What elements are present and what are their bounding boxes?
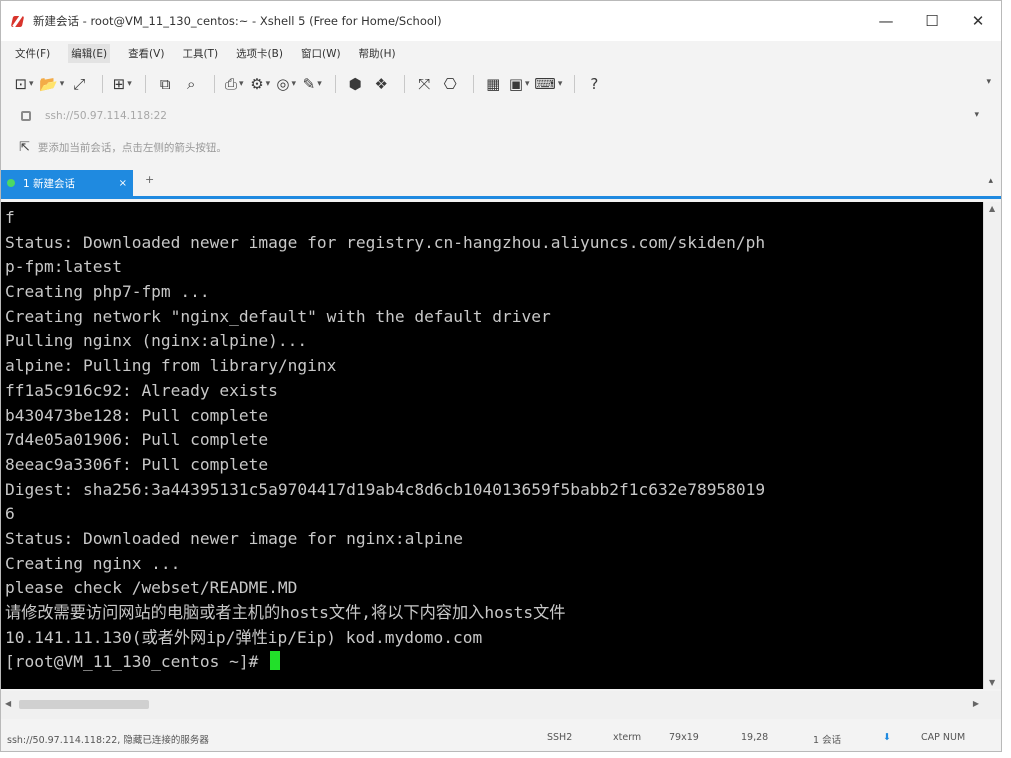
toolbar-divider — [473, 75, 475, 93]
add-session-arrow-icon[interactable]: ⇱ — [19, 140, 30, 155]
terminal-line: 7d4e05a01906: Pull complete — [5, 430, 269, 450]
terminal-cursor — [270, 651, 281, 671]
terminal-line: please check /webset/README.MD — [5, 578, 298, 598]
close-button[interactable]: ✕ — [955, 1, 1001, 41]
horizontal-scroll-thumb[interactable] — [19, 700, 149, 709]
menu-edit[interactable]: 编辑(E) — [68, 43, 111, 63]
lock-icon[interactable]: ⎔ — [439, 73, 461, 95]
status-caps-num: CAP NUM — [921, 732, 966, 743]
menu-file[interactable]: 文件(F) — [15, 46, 50, 61]
address-lock-icon — [21, 111, 31, 121]
terminal-line: 请修改需要访问网站的电脑或者主机的hosts文件,将以下内容加入hosts文件 — [5, 603, 566, 622]
find-icon[interactable]: ⌕ — [180, 73, 202, 95]
terminal-line: 8eeac9a3306f: Pull complete — [5, 454, 269, 474]
window-controls: — ☐ ✕ — [863, 1, 1001, 41]
toolbar-divider — [404, 75, 406, 93]
transfer-icon[interactable]: ⊞ ▾ — [111, 73, 133, 95]
address-bar[interactable]: ssh://50.97.114.118:22 ▾ — [1, 103, 1001, 129]
status-connection: ssh://50.97.114.118:22, 隐藏已连接的服务器 — [7, 735, 209, 746]
toolbar-overflow-icon[interactable]: ▾ — [986, 77, 991, 87]
status-terminal-size: 79x19 — [669, 732, 699, 743]
terminal-line: Status: Downloaded newer image for regis… — [5, 232, 766, 252]
terminal-line: Status: Downloaded newer image for nginx… — [5, 528, 464, 548]
menu-window[interactable]: 窗口(W) — [301, 46, 341, 61]
status-bar: ssh://50.97.114.118:22, 隐藏已连接的服务器 SSH2 x… — [1, 723, 1001, 751]
terminal-line: Creating network "nginx_default" with th… — [5, 306, 551, 326]
toolbar: ⊡ ▾ 📂 ▾ ⤢ ⊞ ▾ ⧉ ⌕ ⎙ ▾ ⚙ ▾ ◎ ▾ ✎ ▾ ⬢ ❖ ⤧ ⎔ ▦ ▣ ▾ … — [1, 67, 1001, 101]
window-title: 新建会话 - root@VM_11_130_centos:~ - Xshell … — [33, 14, 442, 28]
xftp-icon[interactable]: ⬢ — [344, 73, 366, 95]
scroll-down-icon[interactable]: ▼ — [989, 678, 995, 687]
status-protocol: SSH2 — [547, 732, 573, 743]
menu-view[interactable]: 查看(V) — [128, 46, 164, 61]
terminal-prompt-line: [root@VM_11_130_centos ~]# — [5, 650, 979, 675]
scroll-left-icon[interactable]: ◀ — [5, 699, 11, 708]
globe-icon[interactable]: ◎ ▾ — [275, 73, 297, 95]
title-bar[interactable]: 新建会话 - root@VM_11_130_centos:~ - Xshell … — [1, 1, 1001, 41]
scroll-up-icon[interactable]: ▲ — [989, 204, 995, 213]
tab-new-session[interactable]: 1 新建会话 × — [1, 170, 133, 196]
toolbar-divider — [574, 75, 576, 93]
shell-prompt: [root@VM_11_130_centos ~]# — [5, 652, 269, 672]
toolbar-divider — [102, 75, 104, 93]
maximize-button[interactable]: ☐ — [909, 1, 955, 41]
toolbar-divider — [335, 75, 337, 93]
fullscreen-icon[interactable]: ⤧ — [413, 73, 435, 95]
menu-tabs[interactable]: 选项卡(B) — [236, 46, 283, 61]
session-bar: ⇱ 要添加当前会话，点击左侧的箭头按钮。 — [1, 133, 1001, 161]
terminal-vertical-scrollbar[interactable]: ▲ ▼ — [983, 202, 1001, 689]
download-arrow-icon[interactable]: ⬇ — [883, 732, 891, 743]
status-session-count: 1 会话 — [813, 735, 842, 746]
script-icon[interactable]: ✎ ▾ — [301, 73, 323, 95]
tab-list-icon[interactable]: ▴ — [988, 176, 993, 186]
terminal-line: b430473be128: Pull complete — [5, 405, 269, 425]
xshell-app-icon — [10, 14, 25, 28]
terminal-line: f — [5, 208, 15, 227]
session-bar-hint: 要添加当前会话，点击左侧的箭头按钮。 — [37, 141, 227, 154]
add-tab-button[interactable]: + — [145, 173, 154, 186]
keyboard-icon[interactable]: ⌨ ▾ — [534, 73, 562, 95]
menu-bar: 文件(F) 编辑(E) 查看(V) 工具(T) 选项卡(B) 窗口(W) 帮助(… — [1, 41, 1001, 65]
scroll-right-icon[interactable]: ▶ — [973, 699, 979, 708]
terminal-line: ff1a5c916c92: Already exists — [5, 380, 278, 400]
tab-label: 1 新建会话 — [23, 177, 76, 190]
menu-tools[interactable]: 工具(T) — [182, 46, 218, 61]
properties-icon[interactable]: ⚙ ▾ — [249, 73, 271, 95]
disconnect-icon[interactable]: ⤢ — [68, 73, 90, 95]
help-icon[interactable]: ? — [583, 73, 605, 95]
new-session-icon[interactable]: ⊡ ▾ — [13, 73, 35, 95]
toolbar-divider — [214, 75, 216, 93]
terminal-line: 10.141.11.130(或者外网ip/弹性ip/Eip) kod.mydom… — [5, 627, 483, 647]
copy-icon[interactable]: ⧉ — [154, 73, 176, 95]
minimize-button[interactable]: — — [863, 1, 909, 41]
xmanager-icon[interactable]: ❖ — [370, 73, 392, 95]
status-terminal-type: xterm — [613, 732, 642, 743]
address-input[interactable]: ssh://50.97.114.118:22 — [45, 110, 167, 122]
terminal-output[interactable]: f Status: Downloaded newer image for regi… — [1, 202, 983, 689]
menu-help[interactable]: 帮助(H) — [359, 46, 396, 61]
connected-status-icon — [7, 179, 15, 187]
terminal-line: alpine: Pulling from library/nginx — [5, 356, 337, 376]
font-icon[interactable]: ▣ ▾ — [508, 73, 530, 95]
status-cursor-position: 19,28 — [741, 732, 769, 743]
open-folder-icon[interactable]: 📂 ▾ — [39, 73, 64, 95]
terminal-line: 6 — [5, 504, 15, 524]
compose-icon[interactable]: ▦ — [482, 73, 504, 95]
terminal-line: Digest: sha256:3a44395131c5a9704417d19ab… — [5, 479, 766, 499]
terminal-line: Creating nginx ... — [5, 553, 181, 573]
xshell-window: 新建会话 - root@VM_11_130_centos:~ - Xshell … — [0, 0, 1002, 752]
terminal-line: Creating php7-fpm ... — [5, 282, 210, 302]
toolbar-divider — [145, 75, 147, 93]
terminal-line: p-fpm:latest — [5, 257, 122, 277]
terminal-horizontal-scrollbar[interactable]: ◀ ▶ — [1, 691, 1001, 719]
address-dropdown-icon[interactable]: ▾ — [974, 110, 979, 120]
tab-bar: 1 新建会话 × + ▴ — [1, 167, 1001, 199]
print-icon[interactable]: ⎙ ▾ — [223, 73, 245, 95]
tab-close-icon[interactable]: × — [119, 178, 127, 189]
terminal-line: Pulling nginx (nginx:alpine)... — [5, 331, 308, 351]
